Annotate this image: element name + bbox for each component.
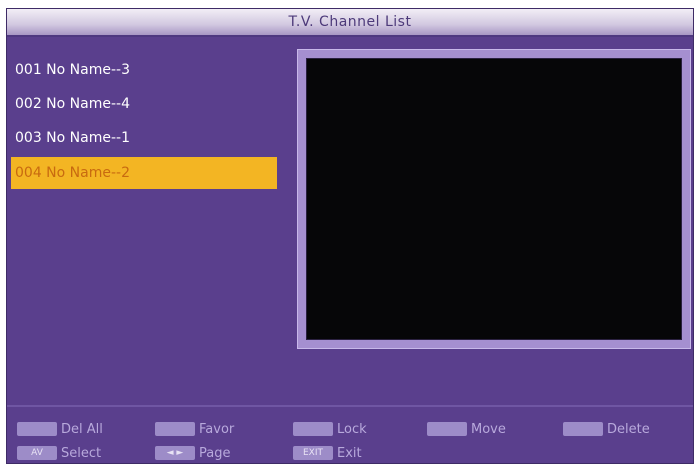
help-row-1: Del All Favor Lock Move Delete <box>17 419 697 439</box>
help-label: Del All <box>61 421 103 437</box>
channel-list: 001 No Name--3 002 No Name--4 003 No Nam… <box>11 53 277 189</box>
help-del-all[interactable]: Del All <box>17 419 103 439</box>
av-key-icon: AV <box>17 446 57 460</box>
help-lock[interactable]: Lock <box>293 419 367 439</box>
title-bar: T.V. Channel List <box>7 9 693 37</box>
help-select[interactable]: AV Select <box>17 443 101 463</box>
help-label: Delete <box>607 421 650 437</box>
help-move[interactable]: Move <box>427 419 506 439</box>
channel-item-001[interactable]: 001 No Name--3 <box>11 53 277 87</box>
help-delete[interactable]: Delete <box>563 419 650 439</box>
green-key-icon <box>155 422 195 436</box>
help-label: Lock <box>337 421 367 437</box>
yellow-key-icon <box>293 422 333 436</box>
tv-channel-list-screen: T.V. Channel List 001 No Name--3 002 No … <box>6 8 694 464</box>
divider <box>7 405 693 407</box>
help-label: Favor <box>199 421 235 437</box>
red-key-icon <box>17 422 57 436</box>
channel-item-002[interactable]: 002 No Name--4 <box>11 87 277 121</box>
blue-key-icon <box>427 422 467 436</box>
help-bar: Del All Favor Lock Move Delete AV Select… <box>7 409 693 463</box>
help-label: Select <box>61 445 102 461</box>
left-right-arrow-icon: ◄ ► <box>155 446 195 460</box>
help-exit[interactable]: EXIT Exit <box>293 443 362 463</box>
channel-preview-video <box>306 58 682 340</box>
help-row-2: AV Select ◄ ► Page EXIT Exit <box>17 443 697 463</box>
help-page[interactable]: ◄ ► Page <box>155 443 230 463</box>
exit-key-icon: EXIT <box>293 446 333 460</box>
help-label: Move <box>471 421 506 437</box>
channel-item-003[interactable]: 003 No Name--1 <box>11 121 277 155</box>
help-label: Exit <box>337 445 362 461</box>
help-favor[interactable]: Favor <box>155 419 234 439</box>
page-title: T.V. Channel List <box>288 14 412 30</box>
help-label: Page <box>199 445 231 461</box>
channel-item-004-selected[interactable]: 004 No Name--2 <box>11 157 277 189</box>
delete-key-icon <box>563 422 603 436</box>
channel-preview-frame <box>297 49 691 349</box>
